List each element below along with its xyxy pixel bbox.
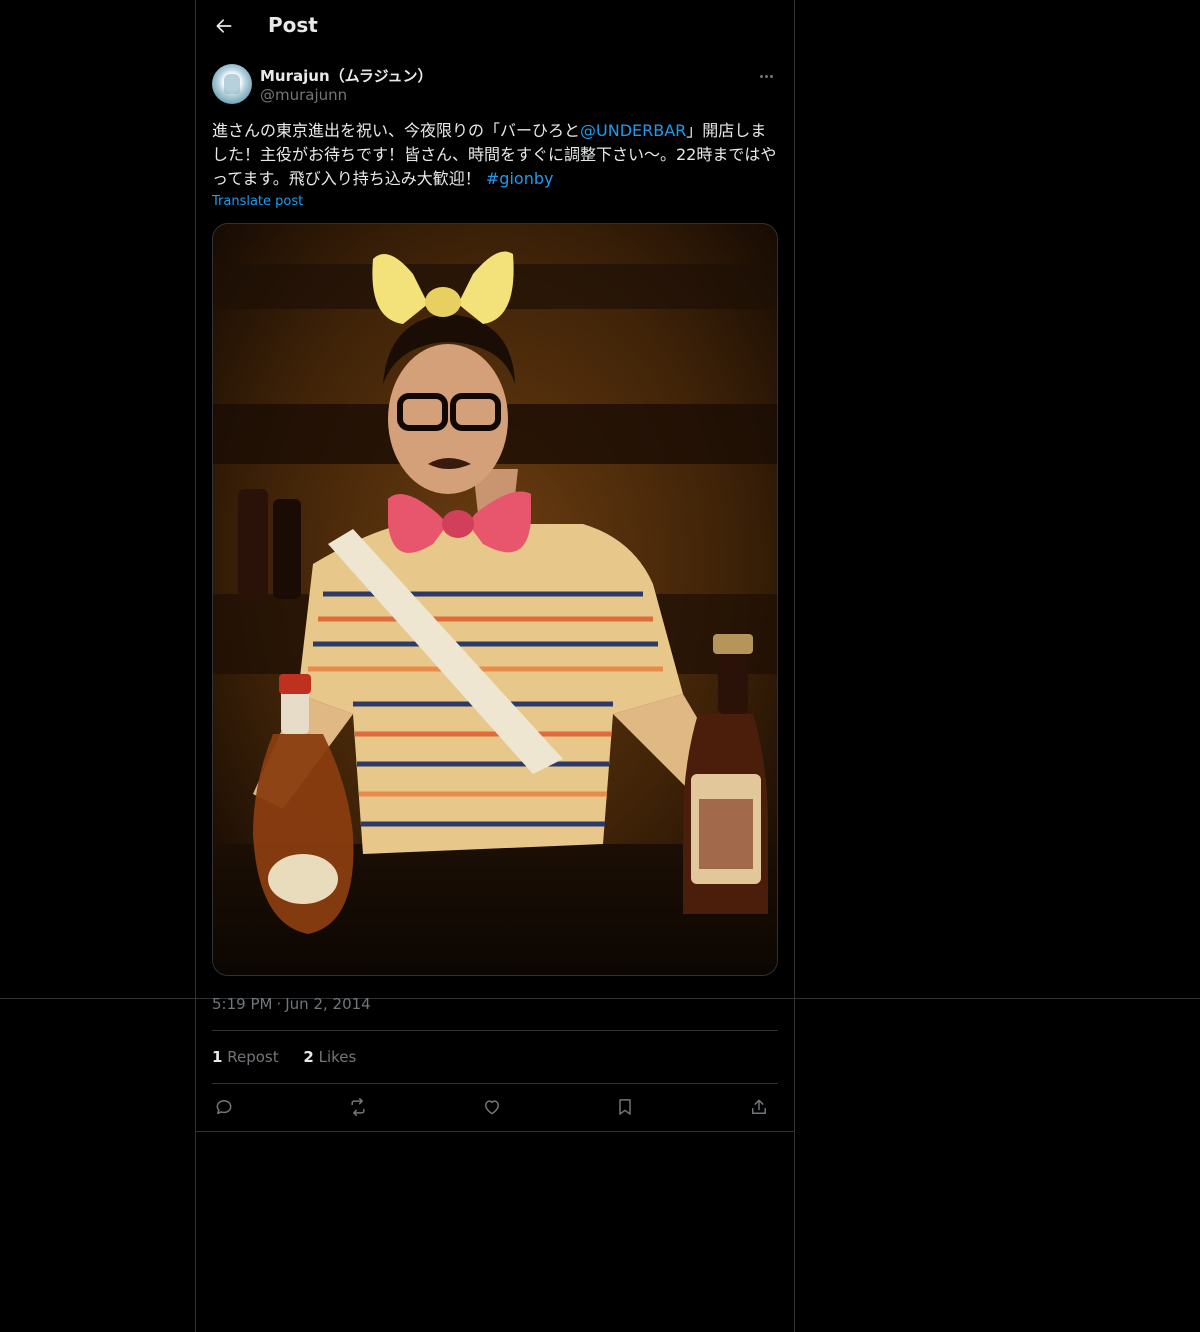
more-horizontal-icon[interactable] <box>754 64 778 88</box>
post-text: 進さんの東京進出を祝い、今夜限りの「バーひろと@UNDERBAR」開店しました！… <box>212 119 778 191</box>
post-photo[interactable] <box>212 223 778 976</box>
share-icon[interactable] <box>747 1095 771 1119</box>
translate-post-link[interactable]: Translate post <box>212 194 303 209</box>
top-bar: Post <box>196 0 794 53</box>
bookmark-icon[interactable] <box>613 1095 637 1119</box>
author-name[interactable]: Murajun（ムラジュン） <box>260 65 433 86</box>
like-count-label: Likes <box>318 1048 357 1066</box>
repost-count[interactable]: 1 Repost <box>212 1048 279 1066</box>
action-bar <box>212 1093 778 1121</box>
post-stats: 1 Repost 2 Likes <box>212 1048 376 1066</box>
post-timestamp[interactable]: 5:19 PM · Jun 2, 2014 <box>212 995 371 1013</box>
page-title: Post <box>268 13 318 37</box>
repost-icon[interactable] <box>346 1095 370 1119</box>
author-handle[interactable]: @murajunn <box>260 86 347 104</box>
timestamp-separator: · <box>276 995 282 1013</box>
post-text-part1: 進さんの東京進出を祝い、今夜限りの「バーひろと <box>212 121 581 140</box>
reply-icon[interactable] <box>212 1095 236 1119</box>
like-icon[interactable] <box>480 1095 504 1119</box>
divider <box>196 1131 794 1132</box>
mention-link[interactable]: @UNDERBAR <box>580 121 686 140</box>
divider <box>212 1030 778 1031</box>
hashtag-link[interactable]: #gionby <box>486 169 554 188</box>
photo-illustration <box>213 224 777 975</box>
timestamp-time: 5:19 PM <box>212 995 273 1013</box>
arrow-left-icon[interactable] <box>212 14 236 38</box>
like-count[interactable]: 2 Likes <box>303 1048 356 1066</box>
repost-count-number: 1 <box>212 1048 223 1066</box>
repost-count-label: Repost <box>227 1048 279 1066</box>
divider <box>212 1083 778 1084</box>
timestamp-date: Jun 2, 2014 <box>285 995 371 1013</box>
horizontal-divider-line <box>0 998 1200 999</box>
post-author: Murajun（ムラジュン） @murajunn <box>212 64 778 108</box>
like-count-number: 2 <box>303 1048 314 1066</box>
main-column: Post Murajun（ムラジュン） @murajunn 進さんの東京進出を祝… <box>195 0 795 1332</box>
avatar[interactable] <box>212 64 252 104</box>
